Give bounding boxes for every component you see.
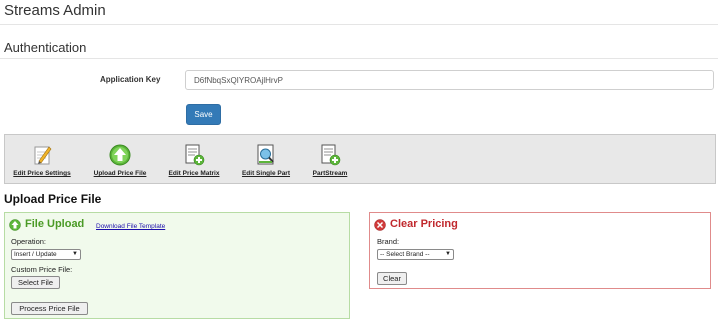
- toolbar-item-edit-single-part[interactable]: Edit Single Part: [235, 143, 297, 177]
- select-file-button[interactable]: Select File: [11, 276, 60, 289]
- chevron-down-icon: ▼: [72, 251, 78, 257]
- toolbar-item-label: Edit Price Matrix: [168, 170, 220, 177]
- download-template-link[interactable]: Download File Template: [96, 223, 165, 230]
- clear-button[interactable]: Clear: [377, 272, 407, 285]
- document-add-icon: [321, 144, 341, 166]
- file-upload-title: File Upload: [25, 218, 85, 230]
- section-heading-upload-price-file: Upload Price File: [4, 192, 102, 206]
- clear-pricing-title: Clear Pricing: [390, 218, 458, 230]
- chevron-down-icon: ▼: [445, 251, 451, 257]
- process-price-file-button[interactable]: Process Price File: [11, 302, 88, 315]
- toolbar-item-partstream[interactable]: PartStream: [299, 143, 361, 177]
- toolbar-item-label: Edit Single Part: [241, 170, 291, 177]
- application-key-input[interactable]: [185, 70, 714, 90]
- toolbar-item-upload-price-file[interactable]: Upload Price File: [89, 143, 151, 177]
- brand-label: Brand:: [377, 237, 400, 246]
- file-upload-panel: File Upload Download File Template Opera…: [4, 212, 350, 319]
- custom-price-file-label: Custom Price File:: [11, 265, 73, 274]
- divider: [0, 24, 718, 25]
- divider: [0, 58, 718, 59]
- document-add-icon: [185, 144, 205, 166]
- brand-select[interactable]: -- Select Brand -- ▼: [377, 249, 454, 260]
- operation-label: Operation:: [11, 237, 47, 246]
- close-icon: [374, 219, 386, 231]
- operation-select[interactable]: Insert / Update ▼: [11, 249, 81, 260]
- save-button[interactable]: Save: [186, 104, 221, 125]
- toolbar-item-edit-price-matrix[interactable]: Edit Price Matrix: [163, 143, 225, 177]
- toolbar-item-label: PartStream: [312, 170, 348, 177]
- app-title: Streams Admin: [4, 2, 106, 19]
- application-key-label: Application Key: [100, 75, 161, 84]
- green-up-arrow-icon: [9, 219, 21, 231]
- toolbar-item-edit-price-settings[interactable]: Edit Price Settings: [11, 143, 73, 177]
- green-up-arrow-icon: [109, 144, 131, 166]
- toolbar-item-label: Edit Price Settings: [13, 170, 71, 177]
- brand-select-value: -- Select Brand --: [380, 251, 430, 258]
- clear-pricing-panel: Clear Pricing Brand: -- Select Brand -- …: [369, 212, 711, 289]
- toolbar: Edit Price Settings Upload Price File Ed…: [4, 134, 716, 184]
- pencil-notepad-icon: [34, 146, 52, 165]
- toolbar-item-label: Upload Price File: [93, 170, 147, 177]
- section-heading-authentication: Authentication: [4, 40, 87, 55]
- document-search-icon: [257, 144, 274, 165]
- operation-select-value: Insert / Update: [14, 251, 57, 258]
